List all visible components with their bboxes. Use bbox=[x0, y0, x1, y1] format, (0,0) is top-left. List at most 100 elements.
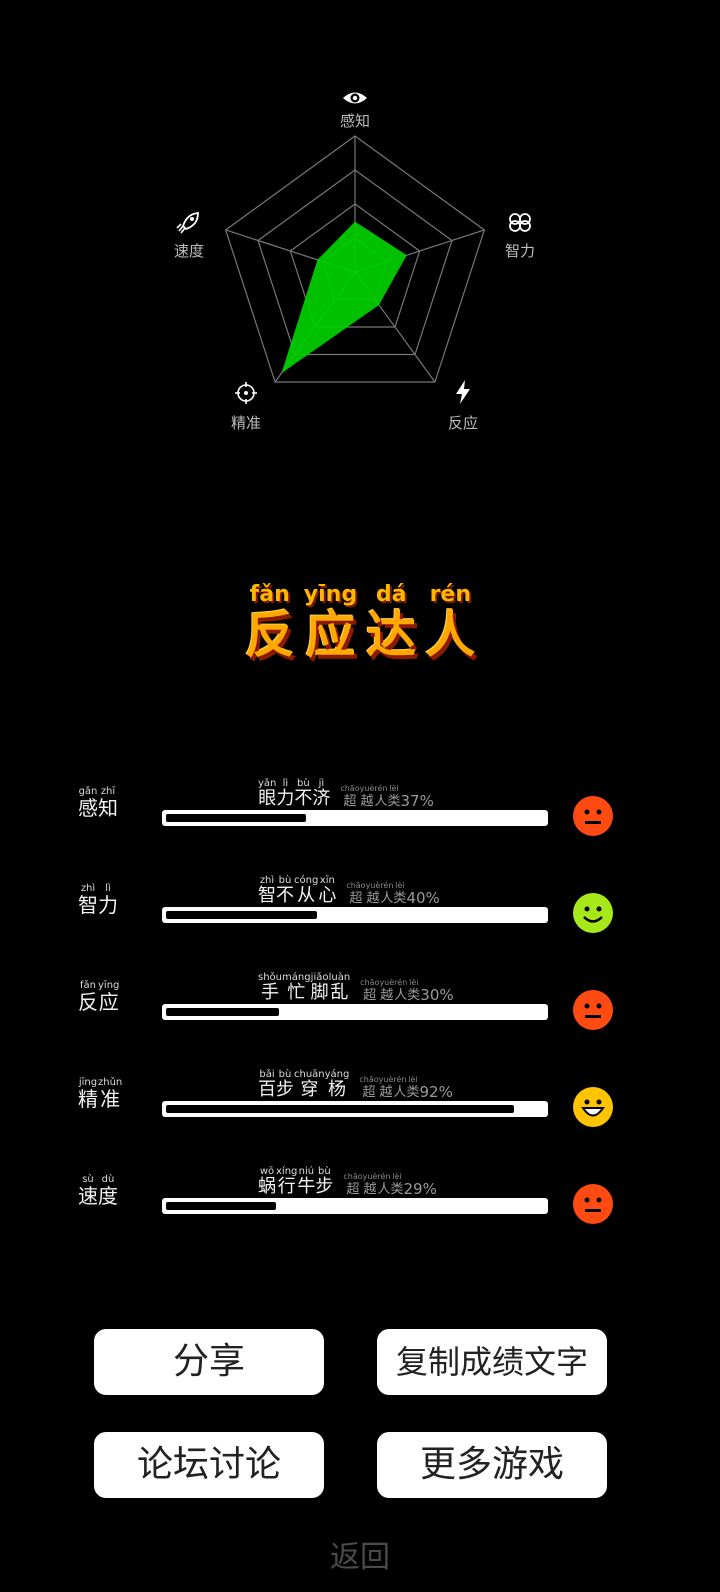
neutral-face-icon bbox=[573, 1184, 613, 1224]
stat-row: zhì 智 lì 力 zhì 智 bù 不 cóng 从 xīn 心 chāo 超 yuè 越 rén 人 lèi 类… bbox=[0, 875, 720, 953]
stat-row: gǎn 感 zhī 知 yǎn 眼 lì 力 bù 不 jì 济 chāo 超 yuè 越 rén 人 lèi 类 37… bbox=[0, 778, 720, 856]
beyond-human-percent: chāo 超 yuè 越 rén 人 lèi 类 30% bbox=[360, 977, 453, 1003]
beyond-human-char: chāo 超 bbox=[340, 784, 360, 809]
stat-category: jīng 精 zhǔn 准 bbox=[78, 1077, 130, 1110]
forum-discussion-button[interactable]: 论坛讨论 bbox=[94, 1432, 324, 1498]
description-char: bù 不 bbox=[276, 875, 294, 906]
beyond-human-percent: chāo 超 yuè 越 rén 人 lèi 类 40% bbox=[346, 880, 439, 906]
progress-fill bbox=[166, 1202, 276, 1210]
description-char: lì 力 bbox=[276, 778, 295, 809]
progress-bar bbox=[162, 907, 548, 923]
copy-result-text-button[interactable]: 复制成绩文字 bbox=[377, 1329, 607, 1395]
eye-icon bbox=[343, 92, 367, 104]
description-char: jì 济 bbox=[312, 778, 331, 809]
category-char: zhì 智 bbox=[78, 883, 98, 917]
stat-row: jīng 精 zhǔn 准 bǎi 百 bù 步 chuān 穿 yáng 杨 chāo 超 yuè 越 rén… bbox=[0, 1069, 720, 1147]
beyond-human-char: rén 人 bbox=[380, 881, 394, 906]
brain-icon bbox=[509, 213, 531, 232]
description-char: yáng 杨 bbox=[324, 1069, 350, 1100]
share-button[interactable]: 分享 bbox=[94, 1329, 324, 1395]
progress-bar bbox=[162, 1101, 548, 1117]
radar-axis-label: 感知 bbox=[339, 112, 370, 130]
beyond-human-char: rén 人 bbox=[394, 978, 408, 1003]
category-char: zhī 知 bbox=[98, 786, 118, 820]
grin-face-icon bbox=[573, 1087, 613, 1127]
progress-fill bbox=[166, 814, 306, 822]
progress-bar bbox=[162, 1004, 548, 1020]
category-char: sù 速 bbox=[78, 1174, 98, 1208]
beyond-human-char: lèi 类 bbox=[406, 1075, 420, 1100]
category-char: yīng 应 bbox=[98, 980, 120, 1014]
progress-fill bbox=[166, 1008, 280, 1016]
description-char: xíng 行 bbox=[276, 1166, 298, 1197]
description-char: niú 牛 bbox=[297, 1166, 316, 1197]
progress-bar bbox=[162, 810, 548, 826]
category-char: jīng 精 bbox=[78, 1077, 98, 1111]
neutral-face-icon bbox=[573, 796, 613, 836]
description-char: bù 不 bbox=[294, 778, 313, 809]
target-icon bbox=[235, 382, 257, 404]
description-char: bù 步 bbox=[315, 1166, 334, 1197]
beyond-human-char: chāo 超 bbox=[360, 978, 380, 1003]
stat-description: bǎi 百 bù 步 chuān 穿 yáng 杨 chāo 超 yuè 越 rén 人 lèi 类 92% bbox=[258, 1069, 453, 1100]
beyond-human-char: yuè 越 bbox=[359, 784, 375, 809]
lightning-icon bbox=[456, 380, 470, 404]
title-char: fǎn 反 bbox=[244, 582, 295, 664]
beyond-human-char: chāo 超 bbox=[346, 881, 366, 906]
stat-category: zhì 智 lì 力 bbox=[78, 883, 130, 916]
description-char: xīn 心 bbox=[318, 875, 337, 906]
description-char: shǒu 手 bbox=[258, 972, 283, 1003]
stat-description: yǎn 眼 lì 力 bù 不 jì 济 chāo 超 yuè 越 rén 人 lèi 类 37% bbox=[258, 778, 434, 809]
category-char: gǎn 感 bbox=[78, 786, 98, 820]
stat-description: zhì 智 bù 不 cóng 从 xīn 心 chāo 超 yuè 越 rén 人 lèi 类 40% bbox=[258, 875, 440, 906]
beyond-human-char: lèi 类 bbox=[387, 784, 401, 809]
stat-row: sù 速 dù 度 wō 蜗 xíng 行 niú 牛 bù 步 chāo 超 yuè 越 rén 人 lèi 类 29… bbox=[0, 1166, 720, 1244]
progress-fill bbox=[166, 1105, 514, 1113]
progress-bar bbox=[162, 1198, 548, 1214]
description-char: zhì 智 bbox=[258, 875, 276, 906]
stat-category: fǎn 反 yīng 应 bbox=[78, 980, 130, 1013]
result-title: fǎn 反 yīng 应 dá 达 rén 人 bbox=[0, 582, 720, 662]
percent-value: 37% bbox=[400, 792, 434, 810]
description-char: máng 忙 bbox=[282, 972, 311, 1003]
back-button[interactable]: 返回 bbox=[0, 1532, 720, 1576]
beyond-human-char: lèi 类 bbox=[407, 978, 421, 1003]
beyond-human-char: chāo 超 bbox=[343, 1172, 363, 1197]
beyond-human-char: yuè 越 bbox=[365, 881, 381, 906]
category-char: zhǔn 准 bbox=[98, 1077, 123, 1111]
stat-category: sù 速 dù 度 bbox=[78, 1174, 130, 1207]
smile-face-icon bbox=[573, 893, 613, 933]
category-char: dù 度 bbox=[98, 1174, 118, 1208]
description-char: wō 蜗 bbox=[258, 1166, 276, 1197]
radar-axis-label: 反应 bbox=[447, 414, 478, 432]
description-char: yǎn 眼 bbox=[258, 778, 277, 809]
category-char: lì 力 bbox=[98, 883, 118, 917]
description-char: cóng 从 bbox=[294, 875, 319, 906]
category-char: fǎn 反 bbox=[78, 980, 98, 1014]
beyond-human-percent: chāo 超 yuè 越 rén 人 lèi 类 92% bbox=[359, 1074, 452, 1100]
radar-axis-label: 速度 bbox=[173, 242, 204, 260]
beyond-human-char: lèi 类 bbox=[390, 1172, 404, 1197]
beyond-human-char: yuè 越 bbox=[378, 1075, 394, 1100]
description-char: jiǎo 脚 bbox=[310, 972, 329, 1003]
title-char: yīng 应 bbox=[303, 582, 358, 664]
beyond-human-char: chāo 超 bbox=[359, 1075, 379, 1100]
stat-description: shǒu 手 máng 忙 jiǎo 脚 luàn 乱 chāo 超 yuè 越 rén 人 lèi 类 30% bbox=[258, 972, 454, 1003]
stat-category: gǎn 感 zhī 知 bbox=[78, 786, 130, 819]
percent-value: 29% bbox=[403, 1180, 437, 1198]
beyond-human-char: yuè 越 bbox=[379, 978, 395, 1003]
percent-value: 30% bbox=[420, 986, 454, 1004]
description-char: luàn 乱 bbox=[328, 972, 351, 1003]
description-char: bù 步 bbox=[276, 1069, 294, 1100]
beyond-human-percent: chāo 超 yuè 越 rén 人 lèi 类 37% bbox=[340, 783, 433, 809]
radar-axis-label: 智力 bbox=[504, 242, 535, 260]
beyond-human-char: lèi 类 bbox=[393, 881, 407, 906]
more-games-button[interactable]: 更多游戏 bbox=[377, 1432, 607, 1498]
beyond-human-char: rén 人 bbox=[393, 1075, 407, 1100]
radar-axis-label: 精准 bbox=[230, 414, 261, 432]
stat-description: wō 蜗 xíng 行 niú 牛 bù 步 chāo 超 yuè 越 rén 人 lèi 类 29% bbox=[258, 1166, 437, 1197]
rocket-icon bbox=[176, 212, 199, 234]
percent-value: 92% bbox=[419, 1083, 453, 1101]
beyond-human-char: yuè 越 bbox=[362, 1172, 378, 1197]
radar-chart bbox=[176, 92, 531, 404]
